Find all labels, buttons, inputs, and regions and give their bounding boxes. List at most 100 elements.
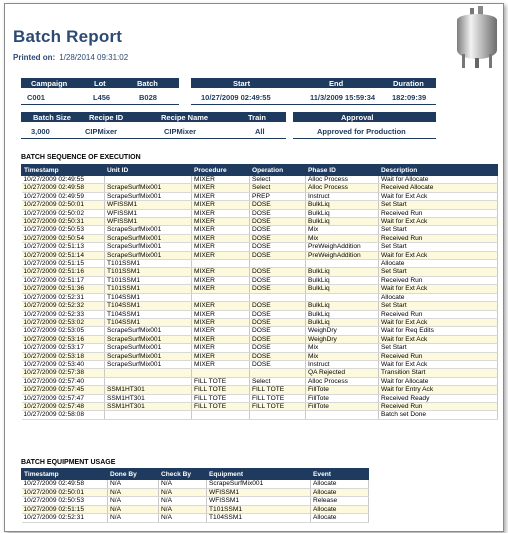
table-cell: Allocate bbox=[310, 488, 369, 498]
table-cell: N/A bbox=[107, 513, 159, 523]
table-cell: 10/27/2009 02:57:38 bbox=[21, 368, 105, 378]
header-bar-campaign: Campaign Lot Batch bbox=[21, 78, 179, 88]
table-cell: BulkLiq bbox=[305, 267, 379, 277]
table-cell: Received Run bbox=[378, 234, 498, 244]
table-cell: Instruct bbox=[305, 192, 379, 202]
table-cell bbox=[249, 368, 306, 378]
table-cell: MIXER bbox=[191, 209, 250, 219]
table-cell: Select bbox=[249, 183, 306, 193]
table-cell: ScrapeSurfMix001 bbox=[104, 352, 192, 361]
sequence-column-header: Procedure bbox=[191, 164, 250, 176]
sequence-table: Timestamp Unit ID Procedure Operation Phase … bbox=[21, 164, 498, 420]
table-row: 10/27/2009 02:50:53 ScrapeSurfMix001 MIXER… bbox=[21, 225, 498, 235]
table-cell: ScrapeSurfMix001 bbox=[104, 242, 192, 252]
table-cell: FILL TOTE bbox=[191, 402, 250, 412]
table-cell: WFISSM1 bbox=[104, 217, 192, 227]
table-cell: ScrapeSurfMix001 bbox=[104, 326, 192, 336]
table-cell: Received Allocate bbox=[378, 183, 498, 193]
table-cell: DOSE bbox=[249, 360, 306, 370]
table-cell: MIXER bbox=[191, 318, 250, 328]
table-cell: SSM1HT301 bbox=[104, 385, 192, 395]
table-row: 10/27/2009 02:51:15 N/A N/A T101SSM1 Allocat… bbox=[21, 505, 369, 515]
end-value: 11/3/2009 15:59:34 bbox=[310, 93, 376, 102]
table-cell: N/A bbox=[158, 505, 207, 515]
table-cell: Received Run bbox=[378, 276, 498, 286]
table-cell: N/A bbox=[158, 479, 207, 489]
table-cell: MIXER bbox=[191, 276, 250, 286]
table-row: 10/27/2009 02:52:31 N/A N/A T104SSM1 Allocat… bbox=[21, 513, 369, 523]
table-cell: Allocate bbox=[378, 259, 498, 269]
table-row: 10/27/2009 02:51:15 T101SSM1 Allocate bbox=[21, 259, 498, 269]
table-cell: N/A bbox=[107, 479, 159, 489]
table-cell: ScrapeSurfMix001 bbox=[104, 343, 192, 353]
table-row: 10/27/2009 02:53:17 ScrapeSurfMix001 MIXER… bbox=[21, 343, 498, 353]
table-cell: WeighDry bbox=[305, 326, 379, 336]
table-cell: Mix bbox=[305, 352, 379, 361]
recipe-name-value: CIPMixer bbox=[164, 127, 197, 136]
table-cell: Wait for Ext Ack bbox=[378, 360, 498, 370]
table-cell: 10/27/2009 02:53:40 bbox=[21, 360, 105, 370]
table-cell: FILL TOTE bbox=[249, 394, 306, 403]
recipe-id-value: CIPMixer bbox=[85, 127, 118, 136]
table-cell: DOSE bbox=[249, 326, 306, 336]
equipment-column-header: Equipment bbox=[206, 468, 311, 480]
campaign-value: C001 bbox=[27, 93, 45, 102]
table-row: 10/27/2009 02:52:31 T104SSM1 Allocate bbox=[21, 293, 498, 303]
printed-label: Printed on: bbox=[13, 53, 56, 62]
table-cell: 10/27/2009 02:57:40 bbox=[21, 377, 105, 387]
table-cell: DOSE bbox=[249, 242, 306, 252]
table-row: 10/27/2009 02:51:36 T101SSM1 MIXER DOSE Bulk… bbox=[21, 284, 498, 294]
table-cell: WFISSM1 bbox=[104, 209, 192, 219]
table-cell: N/A bbox=[158, 488, 207, 498]
table-cell: BulkLiq bbox=[305, 209, 379, 219]
table-cell: Set Start bbox=[378, 225, 498, 235]
equipment-column-header: Event bbox=[310, 468, 369, 480]
table-cell: MIXER bbox=[191, 234, 250, 244]
lot-label: Lot bbox=[94, 79, 106, 88]
table-cell: 10/27/2009 02:49:59 bbox=[21, 192, 105, 202]
table-cell bbox=[305, 410, 379, 420]
batch-label: Batch bbox=[137, 79, 158, 88]
table-row: 10/27/2009 02:51:14 ScrapeSurfMix001 MIXER… bbox=[21, 251, 498, 261]
table-cell: 10/27/2009 02:52:33 bbox=[21, 310, 105, 319]
table-cell: Allocate bbox=[310, 513, 369, 523]
table-cell: Wait for Ext Ack bbox=[378, 284, 498, 294]
table-row: 10/27/2009 02:50:01 WFISSM1 MIXER DOSE BulkL… bbox=[21, 200, 498, 210]
table-cell: MIXER bbox=[191, 225, 250, 235]
table-cell: MIXER bbox=[191, 175, 250, 185]
table-cell: 10/27/2009 02:50:53 bbox=[21, 225, 105, 235]
equipment-column-header: Done By bbox=[107, 468, 159, 480]
table-cell: Mix bbox=[305, 225, 379, 235]
table-row: 10/27/2009 02:50:54 ScrapeSurfMix001 MIXER… bbox=[21, 234, 498, 244]
table-cell: N/A bbox=[107, 496, 159, 506]
table-cell: FILL TOTE bbox=[191, 394, 250, 403]
table-cell: DOSE bbox=[249, 234, 306, 244]
table-cell: FillTote bbox=[305, 394, 379, 403]
table-cell bbox=[104, 175, 192, 185]
duration-value: 182:09:39 bbox=[392, 93, 427, 102]
table-cell: FILL TOTE bbox=[191, 385, 250, 395]
table-cell: 10/27/2009 02:50:54 bbox=[21, 234, 105, 244]
table-cell: DOSE bbox=[249, 209, 306, 219]
divider bbox=[21, 138, 286, 139]
table-cell: Instruct bbox=[305, 360, 379, 370]
printed-value: 1/28/2014 09:31:02 bbox=[59, 53, 129, 62]
table-cell: T101SSM1 bbox=[104, 259, 192, 269]
table-cell: 10/27/2009 02:52:31 bbox=[21, 513, 108, 523]
table-cell: PreWeighAddition bbox=[305, 242, 379, 252]
table-row: 10/27/2009 02:50:01 N/A N/A WFISSM1 Allocate bbox=[21, 488, 369, 498]
table-cell: ScrapeSurfMix001 bbox=[104, 234, 192, 244]
table-cell: Received Ready bbox=[378, 394, 498, 403]
table-cell: 10/27/2009 02:51:15 bbox=[21, 505, 108, 515]
table-cell: 10/27/2009 02:50:01 bbox=[21, 488, 108, 498]
table-cell: Mix bbox=[305, 234, 379, 244]
report-title: Batch Report bbox=[13, 27, 123, 46]
table-cell: MIXER bbox=[191, 352, 250, 361]
table-cell: ScrapeSurfMix001 bbox=[104, 225, 192, 235]
table-cell: BulkLiq bbox=[305, 301, 379, 311]
table-cell: 10/27/2009 02:52:32 bbox=[21, 301, 105, 311]
table-row: 10/27/2009 02:53:40 ScrapeSurfMix001 MIXER… bbox=[21, 360, 498, 370]
sequence-column-header: Unit ID bbox=[104, 164, 192, 176]
batch-value: B028 bbox=[139, 93, 157, 102]
table-cell: 10/27/2009 02:51:16 bbox=[21, 267, 105, 277]
